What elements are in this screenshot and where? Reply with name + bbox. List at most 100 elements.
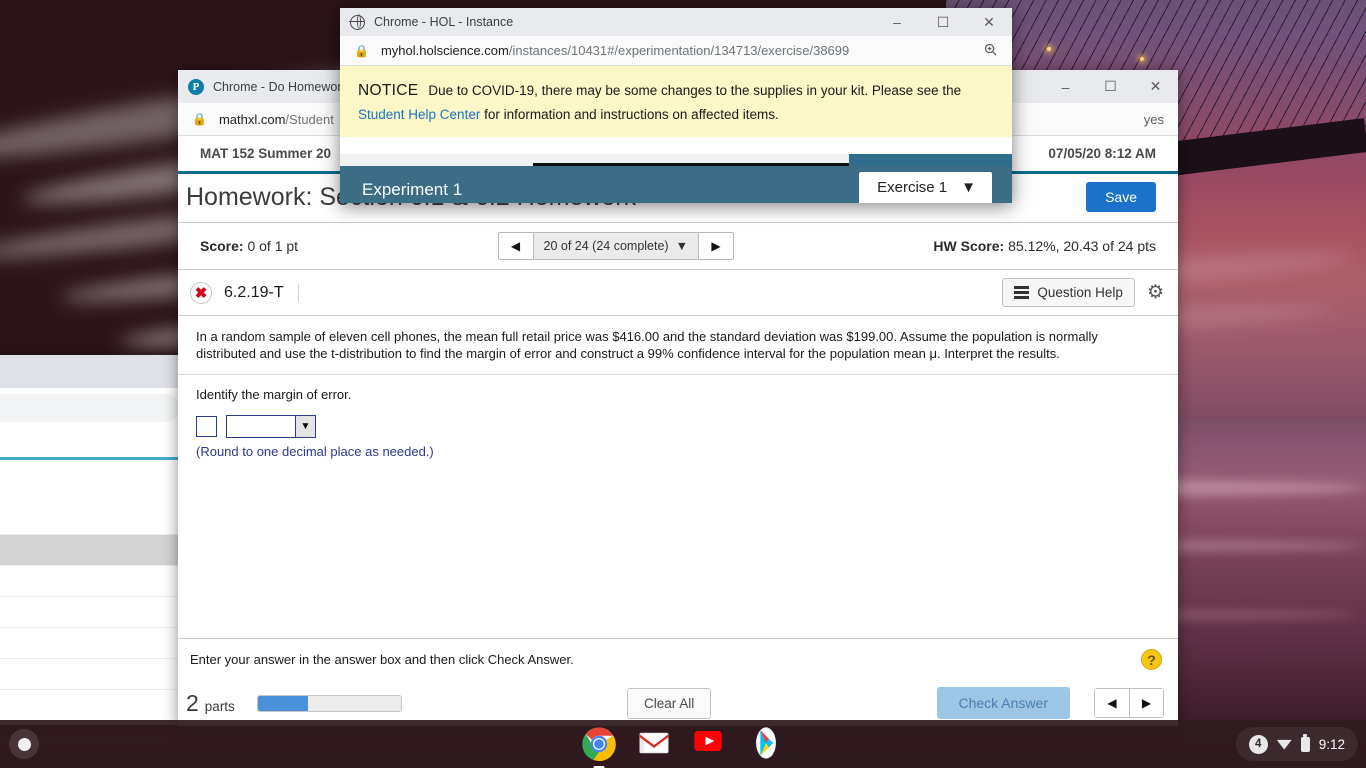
background-browser-page: Summer 2020 o Statistics ses lome ents O… <box>0 428 190 725</box>
session-datetime: 07/05/20 8:12 AM <box>1048 146 1156 161</box>
wallpaper-bridge-light <box>1047 47 1051 51</box>
shelf-app-play-store[interactable] <box>749 726 785 762</box>
check-answer-button[interactable]: Check Answer <box>936 687 1070 719</box>
question-pager[interactable]: ◀ 20 of 24 (24 complete) ▼ ▶ <box>497 232 734 260</box>
shelf-app-gmail[interactable] <box>637 726 673 762</box>
chevron-down-icon: ▼ <box>675 239 688 253</box>
hol-window-controls: – ☐ ✕ <box>874 8 1012 36</box>
experiment-title: Experiment 1 <box>362 180 463 199</box>
mathxl-window-controls: – ☐ ✕ <box>1043 70 1178 103</box>
help-icon[interactable]: ? <box>1141 649 1162 670</box>
score-bar: Score: 0 of 1 pt ◀ 20 of 24 (24 complete… <box>178 223 1178 270</box>
covid-notice-banner: NOTICE Due to COVID-19, there may be some… <box>340 66 1012 138</box>
nav-item-powerpoint-slides[interactable]: OINT SLIDES <box>0 597 190 628</box>
shelf-app-list <box>581 726 785 762</box>
nav-item-home[interactable]: lome <box>0 535 190 566</box>
hol-window-title: Chrome - HOL - Instance <box>374 15 514 29</box>
question-id: 6.2.19-T <box>224 283 299 302</box>
wallpaper-bridge-light <box>1140 57 1144 61</box>
notice-text-before: Due to COVID-19, there may be some chang… <box>428 83 962 98</box>
x-mark-icon: ✖ <box>190 281 212 304</box>
battery-icon <box>1300 734 1310 752</box>
close-button[interactable]: ✕ <box>1133 70 1178 103</box>
parts-progress-bar <box>256 694 402 712</box>
breadcrumb: Summer 2020 <box>0 428 190 457</box>
nav-item-research[interactable]: ch <box>0 690 190 721</box>
maximize-button[interactable]: ☐ <box>920 8 966 36</box>
minimize-button[interactable]: – <box>1043 70 1088 103</box>
clear-all-button[interactable]: Clear All <box>627 687 712 719</box>
pearson-icon: P <box>188 78 204 95</box>
page-title: o Statistics <box>0 460 190 504</box>
footer-previous-button[interactable]: ◀ <box>1094 689 1129 717</box>
hol-experiment-bar: Experiment 1 Exercise 1 ▼ <box>340 166 1012 203</box>
parts-label: parts <box>204 698 235 714</box>
question-select[interactable]: 20 of 24 (24 complete) ▼ <box>532 233 699 259</box>
exercise-selector[interactable]: Exercise 1 ▼ <box>859 172 992 203</box>
globe-icon <box>349 13 365 30</box>
chevron-down-icon: ▼ <box>961 179 976 196</box>
question-help-label: Question Help <box>1037 285 1123 300</box>
hol-instance-window[interactable]: Chrome - HOL - Instance – ☐ ✕ 🔒 myhol.ho… <box>340 8 1012 203</box>
background-browser-window[interactable]: T-15 ✕ Course ✕ b Not secure <box>0 355 190 725</box>
background-browser-toolbar: Not secure <box>0 388 190 428</box>
shelf-app-chrome[interactable] <box>581 726 617 762</box>
nav-item-discussion[interactable]: n <box>0 628 190 659</box>
lock-icon: 🔒 <box>354 43 369 58</box>
answer-dropdown-value[interactable] <box>227 416 295 437</box>
close-button[interactable]: ✕ <box>966 8 1012 36</box>
footer-next-button[interactable]: ▶ <box>1128 689 1163 717</box>
parts-count: 2 <box>186 689 199 716</box>
system-status-tray[interactable]: 4 9:12 <box>1235 727 1358 761</box>
question-select-label: 20 of 24 (24 complete) <box>543 239 669 253</box>
score-value: 0 of 1 pt <box>247 238 299 254</box>
previous-question-button[interactable]: ◀ <box>498 233 533 259</box>
background-omnibox[interactable]: Not secure <box>0 394 180 422</box>
list-icon <box>1014 286 1030 299</box>
hol-url-domain: myhol.holscience.com <box>380 43 509 58</box>
maximize-button[interactable]: ☐ <box>1088 70 1133 103</box>
mathxl-url-tail: yes <box>1143 111 1164 127</box>
background-browser-tabstrip: T-15 ✕ Course ✕ b <box>0 355 190 388</box>
shelf-app-youtube[interactable] <box>693 726 729 762</box>
clock: 9:12 <box>1318 736 1345 752</box>
launcher-button[interactable] <box>9 729 39 759</box>
gear-icon[interactable]: ⚙ <box>1147 281 1164 304</box>
sub-prompt: Identify the margin of error. <box>196 387 352 403</box>
mathxl-url-domain: mathxl.com <box>218 111 286 127</box>
minimize-button[interactable]: – <box>874 8 920 36</box>
student-help-center-link[interactable]: Student Help Center <box>358 107 480 122</box>
mathxl-url-path: /Student <box>285 111 334 127</box>
mathxl-window-title: Chrome - Do Homework <box>213 79 348 94</box>
notification-count-badge: 4 <box>1248 734 1268 754</box>
notice-text-after: for information and instructions on affe… <box>480 106 779 122</box>
exercise-selector-label: Exercise 1 <box>877 179 948 196</box>
lock-icon: 🔒 <box>192 112 207 126</box>
answer-checkbox[interactable] <box>196 416 217 438</box>
question-bar: ✖ 6.2.19-T Question Help ⚙ <box>178 270 1178 316</box>
score-label: Score: <box>200 238 244 254</box>
hw-score-label: HW Score: <box>933 238 1005 254</box>
answer-instruction: Enter your answer in the answer box and … <box>190 652 574 667</box>
parts-indicator: 2 parts <box>186 690 235 717</box>
save-button[interactable]: Save <box>1086 182 1156 212</box>
chevron-down-icon: ▼ <box>295 416 315 438</box>
next-question-button[interactable]: ▶ <box>698 233 733 259</box>
hol-secondary-tab[interactable] <box>849 154 1012 166</box>
nav-item-ebook[interactable]: ok <box>0 659 190 690</box>
hol-titlebar: Chrome - HOL - Instance – ☐ ✕ <box>340 8 1012 36</box>
answer-row: ▼ <box>178 402 1178 439</box>
wifi-icon <box>1276 739 1292 750</box>
zoom-search-icon[interactable] <box>983 42 998 60</box>
nav-item-courses[interactable]: ses <box>0 504 190 535</box>
hol-urlbar[interactable]: 🔒 myhol.holscience.com/instances/10431#/… <box>340 36 1012 66</box>
chromeos-shelf: 4 9:12 <box>0 720 1366 768</box>
answer-instruction-bar: Enter your answer in the answer box and … <box>178 638 1178 680</box>
nav-item-announcements[interactable]: ents <box>0 566 190 597</box>
course-name: MAT 152 Summer 20 <box>200 146 332 161</box>
question-body: In a random sample of eleven cell phones… <box>178 316 1178 680</box>
question-help-button[interactable]: Question Help <box>1002 278 1135 307</box>
notice-label: NOTICE <box>358 82 419 99</box>
answer-dropdown[interactable]: ▼ <box>226 415 316 439</box>
problem-statement: In a random sample of eleven cell phones… <box>196 329 1098 362</box>
